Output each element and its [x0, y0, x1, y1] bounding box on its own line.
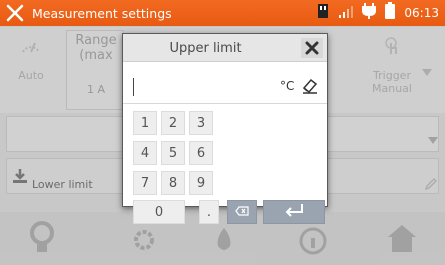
- clock: 06:13: [404, 6, 439, 20]
- value-input[interactable]: °C: [123, 70, 327, 104]
- signal-icon: [338, 4, 354, 23]
- dialog-title: Upper limit: [169, 41, 242, 56]
- enter-icon: [283, 203, 305, 221]
- key-2[interactable]: 2: [161, 111, 185, 135]
- status-bar: Measurement settings 06:13: [0, 0, 445, 26]
- settings-icon: [0, 4, 30, 22]
- key-9[interactable]: 9: [189, 171, 213, 195]
- enter-button[interactable]: [263, 200, 325, 224]
- text-cursor: [133, 78, 134, 96]
- key-4[interactable]: 4: [133, 141, 157, 165]
- dialog-header: Upper limit: [123, 34, 327, 62]
- key-6[interactable]: 6: [189, 141, 213, 165]
- power-plug-icon: [362, 2, 377, 24]
- key-8[interactable]: 8: [161, 171, 185, 195]
- key-1[interactable]: 1: [133, 111, 157, 135]
- key-7[interactable]: 7: [133, 171, 157, 195]
- backspace-button[interactable]: [227, 200, 257, 224]
- backspace-icon: [235, 205, 249, 220]
- sd-card-icon: [316, 3, 330, 23]
- eraser-icon[interactable]: [301, 77, 321, 95]
- unit-label: °C: [280, 79, 295, 93]
- window-title: Measurement settings: [32, 5, 172, 21]
- key-0[interactable]: 0: [133, 200, 185, 224]
- key-5[interactable]: 5: [161, 141, 185, 165]
- key-decimal[interactable]: .: [199, 200, 219, 224]
- close-icon[interactable]: [301, 38, 323, 58]
- battery-icon: [384, 2, 396, 24]
- upper-limit-dialog: Upper limit °C 1 2 3 4 5 6 7 8 9 0 .: [122, 33, 328, 224]
- key-3[interactable]: 3: [189, 111, 213, 135]
